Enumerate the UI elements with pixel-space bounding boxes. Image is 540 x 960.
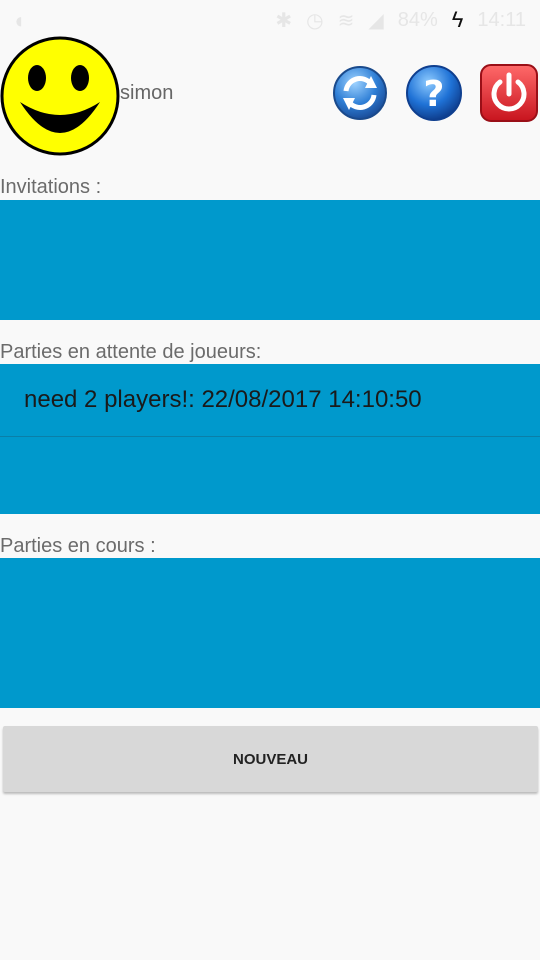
ongoing-games-label: Parties en cours :	[0, 535, 156, 557]
refresh-icon[interactable]	[331, 64, 389, 122]
charging-icon: ϟ	[451, 7, 464, 32]
wifi-icon: ≋	[337, 9, 355, 32]
ongoing-games-list[interactable]	[0, 558, 540, 708]
power-icon[interactable]	[480, 64, 538, 122]
username: simon	[120, 82, 174, 104]
notification-icon: ◖	[12, 8, 26, 33]
invitations-list[interactable]	[0, 200, 540, 320]
clock: 14:11	[477, 8, 526, 31]
new-game-button[interactable]: NOUVEAU	[3, 726, 538, 792]
list-item[interactable]: need 2 players!: 22/08/2017 14:10:50	[0, 364, 540, 437]
battery-percent: 84%	[397, 8, 438, 31]
waiting-games-label: Parties en attente de joueurs:	[0, 341, 262, 363]
status-bar: ◖ ✱ ◷ ≋ ◢ 84% ϟ 14:11	[0, 0, 540, 40]
bluetooth-icon: ✱	[275, 9, 293, 32]
smiley-face-icon	[0, 36, 120, 156]
alarm-icon: ◷	[306, 9, 324, 32]
help-icon[interactable]: ?	[405, 64, 463, 122]
waiting-games-list[interactable]: need 2 players!: 22/08/2017 14:10:50	[0, 364, 540, 514]
signal-icon: ◢	[368, 9, 384, 32]
invitations-label: Invitations :	[0, 176, 102, 198]
svg-text:?: ?	[424, 74, 445, 115]
